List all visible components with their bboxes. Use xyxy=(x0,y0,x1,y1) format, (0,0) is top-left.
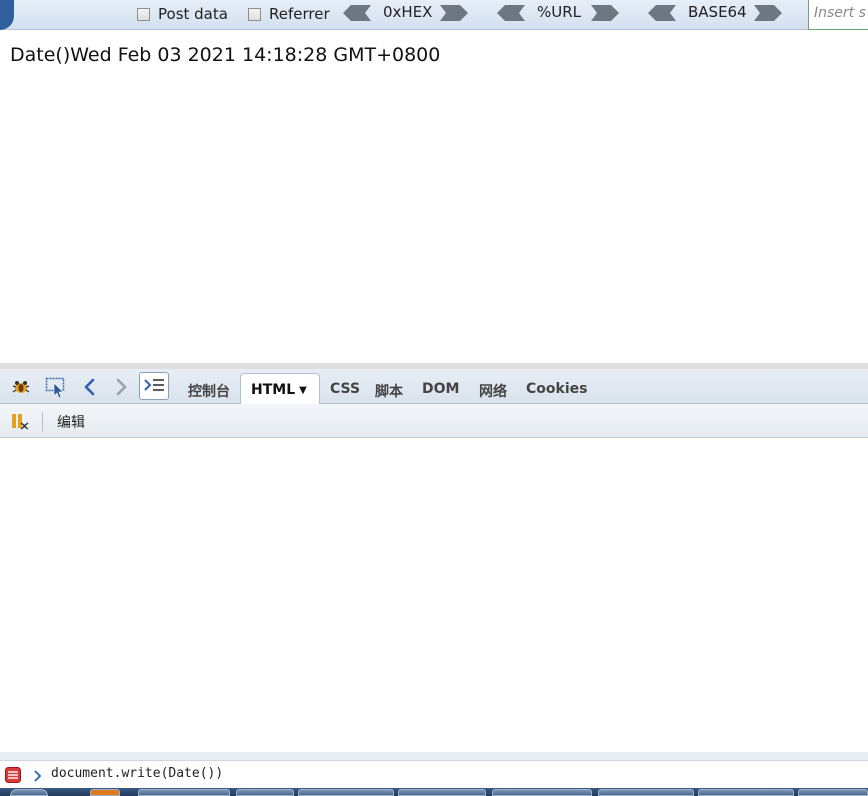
url-decode-arrow-icon[interactable] xyxy=(497,5,525,21)
chevron-down-icon[interactable]: ▼ xyxy=(299,385,307,396)
start-button[interactable] xyxy=(10,789,48,796)
post-data-label: Post data xyxy=(158,5,228,23)
taskbar-button[interactable] xyxy=(138,789,230,796)
command-line-bar: document.write(Date()) xyxy=(0,761,868,788)
edit-button[interactable]: 编辑 xyxy=(57,412,85,432)
tab-net[interactable]: 网络 xyxy=(479,381,507,401)
post-data-checkbox[interactable]: Post data xyxy=(137,4,228,24)
taskbar-app-icon[interactable] xyxy=(90,789,120,796)
firebug-bug-icon[interactable] xyxy=(10,376,32,398)
taskbar-button[interactable] xyxy=(598,789,694,796)
hex-label: 0xHEX xyxy=(383,3,433,21)
taskbar-button[interactable] xyxy=(398,789,486,796)
url-encode-arrow-icon[interactable] xyxy=(591,5,619,21)
url-label: %URL xyxy=(537,3,582,21)
hackbar-corner xyxy=(0,0,14,30)
command-line-input[interactable]: document.write(Date()) xyxy=(51,766,223,781)
break-on-mutate-icon[interactable] xyxy=(11,413,31,431)
tab-dom[interactable]: DOM xyxy=(422,381,459,397)
command-editor-button[interactable] xyxy=(139,372,169,400)
back-arrow-icon[interactable] xyxy=(79,376,101,398)
referrer-label: Referrer xyxy=(269,5,330,23)
forward-arrow-icon[interactable] xyxy=(110,376,132,398)
html-panel-toolbar: 编辑 xyxy=(0,404,868,438)
base64-decode-arrow-icon[interactable] xyxy=(648,5,676,21)
firebug-toolbar: 控制台 HTML ▼ CSS 脚本 DOM 网络 Cookies xyxy=(0,369,868,404)
error-list-icon[interactable] xyxy=(5,767,21,783)
tab-html[interactable]: HTML ▼ xyxy=(240,373,320,404)
taskbar-button[interactable] xyxy=(798,789,868,796)
hackbar-toolbar: Post data Referrer 0xHEX %URL BASE64 Ins… xyxy=(0,0,868,30)
inspect-element-icon[interactable] xyxy=(45,376,67,398)
tab-script[interactable]: 脚本 xyxy=(375,381,403,401)
taskbar-button[interactable] xyxy=(492,789,592,796)
taskbar-button[interactable] xyxy=(298,789,394,796)
post-data-checkbox-box[interactable] xyxy=(137,7,150,21)
tab-cookies[interactable]: Cookies xyxy=(526,381,587,397)
hex-decode-arrow-icon[interactable] xyxy=(343,5,371,21)
insert-string-input[interactable]: Insert s xyxy=(808,0,868,30)
insert-string-placeholder: Insert s xyxy=(814,5,866,21)
base64-encode-arrow-icon[interactable] xyxy=(754,5,782,21)
tab-html-label: HTML xyxy=(251,382,296,398)
windows-taskbar xyxy=(0,788,868,796)
toolbar-divider xyxy=(42,412,43,432)
base64-label: BASE64 xyxy=(688,3,747,21)
taskbar-button[interactable] xyxy=(698,789,794,796)
command-editor-icon xyxy=(144,379,164,391)
html-panel-content xyxy=(0,438,868,752)
referrer-checkbox[interactable]: Referrer xyxy=(248,4,330,24)
tab-css[interactable]: CSS xyxy=(330,381,360,397)
hex-encode-arrow-icon[interactable] xyxy=(440,5,468,21)
page-output-text: Date()Wed Feb 03 2021 14:18:28 GMT+0800 xyxy=(10,44,441,66)
taskbar-button[interactable] xyxy=(236,789,294,796)
command-line-separator xyxy=(0,752,868,761)
command-prompt-chevron-icon xyxy=(34,770,42,782)
referrer-checkbox-box[interactable] xyxy=(248,7,261,21)
tab-console[interactable]: 控制台 xyxy=(188,381,230,401)
